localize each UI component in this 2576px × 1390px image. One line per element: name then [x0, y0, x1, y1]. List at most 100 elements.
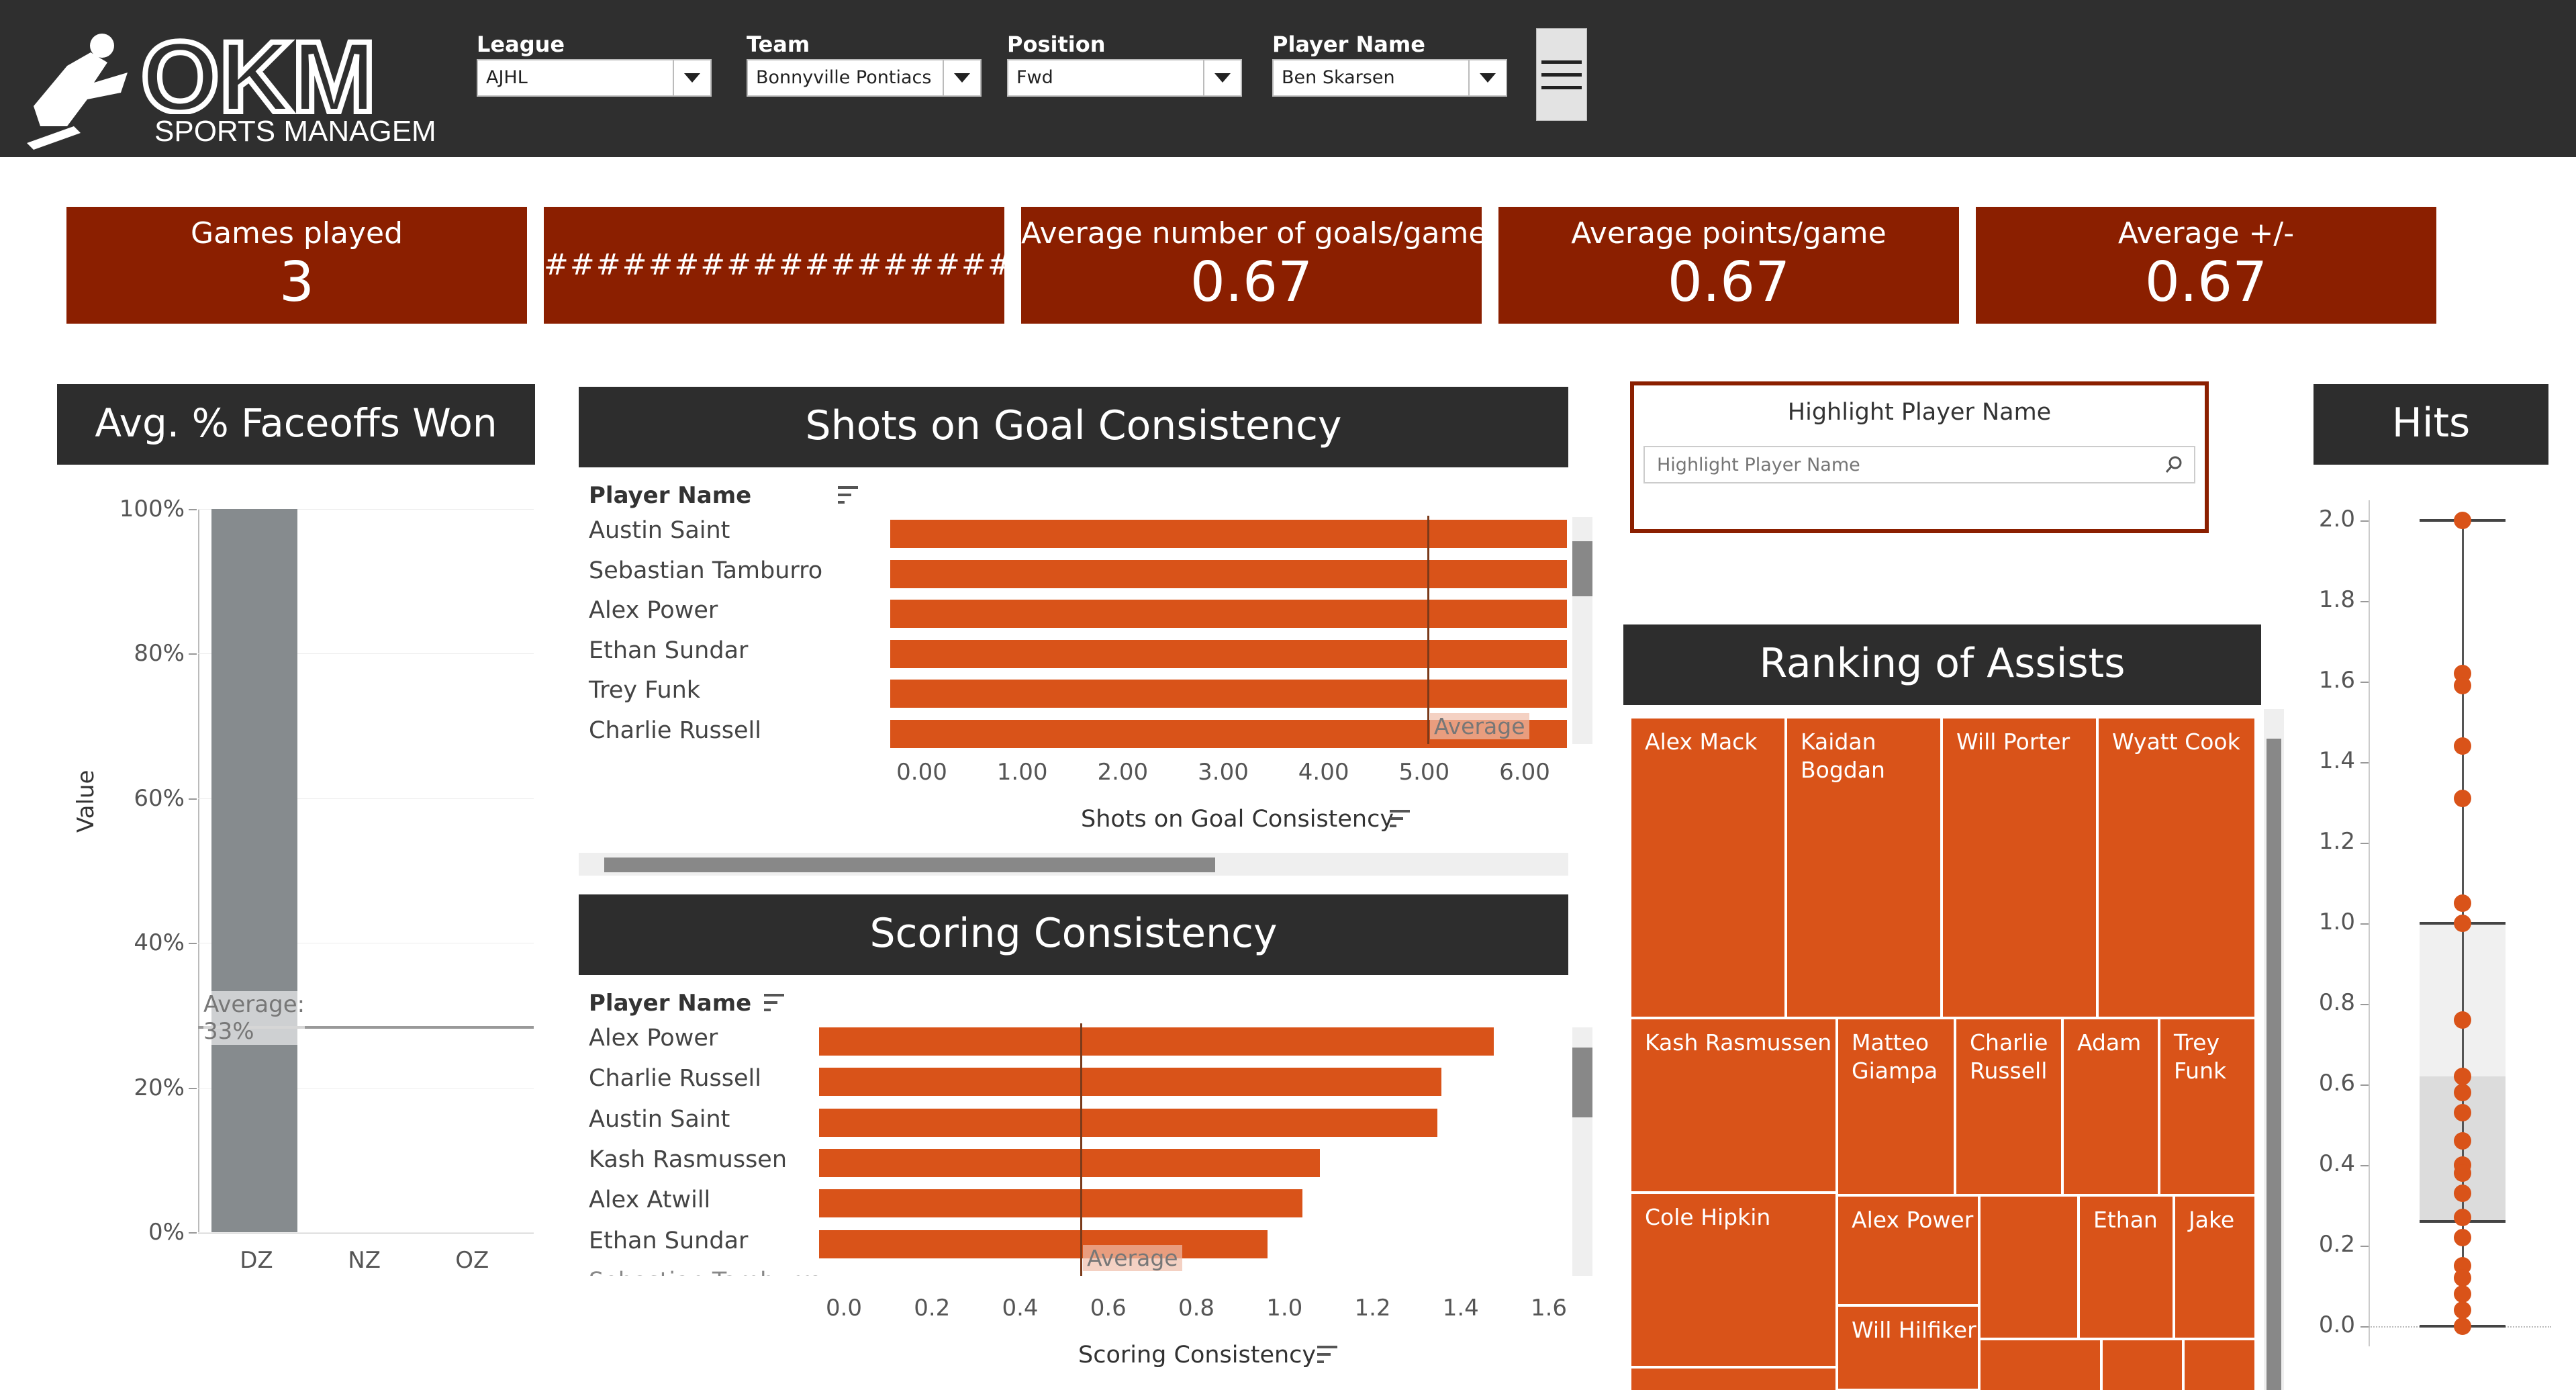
team-dropdown[interactable]: Bonnyville Pontiacs — [747, 59, 982, 97]
hits-point[interactable] — [2454, 894, 2471, 912]
sort-icon[interactable] — [1317, 1344, 1339, 1369]
y-tick-label: 0% — [148, 1219, 185, 1246]
bar[interactable] — [819, 1148, 1320, 1177]
treemap-cell[interactable]: Kaidan Bogdan — [1786, 717, 1942, 1018]
hits-point[interactable] — [2454, 790, 2471, 807]
treemap-cell[interactable]: Matteo Giampa — [1837, 1018, 1955, 1195]
team-value: Bonnyville Pontiacs — [756, 67, 932, 88]
x-tick-label: OZ — [455, 1247, 489, 1274]
sort-icon[interactable] — [838, 485, 859, 509]
treemap-cell[interactable]: Will Porter — [1942, 717, 2097, 1018]
shots-x-axis-label: Shots on Goal Consistency — [1081, 806, 1394, 833]
x-tick-label: 1.4 — [1442, 1295, 1479, 1322]
x-tick-label: DZ — [240, 1247, 273, 1274]
treemap-cell[interactable]: Wyatt Cook — [2097, 717, 2256, 1018]
hits-point[interactable] — [2454, 1104, 2471, 1121]
treemap-cell[interactable] — [2183, 1339, 2256, 1390]
y-tick — [189, 509, 197, 510]
hits-point[interactable] — [2454, 737, 2471, 755]
bar[interactable] — [819, 1108, 1437, 1137]
y-tick — [2360, 601, 2369, 602]
highlight-search-box[interactable] — [1643, 446, 2195, 483]
sort-icon[interactable] — [764, 992, 785, 1017]
x-tick-label: 0.00 — [896, 759, 947, 786]
hits-point[interactable] — [2454, 1301, 2471, 1319]
chevron-down-icon[interactable] — [1468, 60, 1506, 95]
bar[interactable] — [890, 520, 1567, 548]
bar[interactable] — [819, 1230, 1268, 1258]
treemap-cell[interactable]: Kash Rasmussen — [1630, 1018, 1837, 1193]
row-name: Ethan Sundar — [589, 637, 749, 664]
bar[interactable] — [819, 1068, 1442, 1097]
hits-point[interactable] — [2454, 512, 2471, 529]
y-tick-label: 100% — [119, 496, 185, 522]
search-icon[interactable] — [2164, 455, 2183, 477]
treemap-cell[interactable] — [1979, 1339, 2101, 1390]
chevron-down-icon[interactable] — [943, 60, 980, 95]
hits-point[interactable] — [2454, 1317, 2471, 1335]
treemap-cell[interactable]: Trey Funk — [2159, 1018, 2256, 1195]
sort-icon[interactable] — [1390, 808, 1411, 833]
hamburger-menu-icon[interactable] — [1536, 28, 1587, 121]
filter-team: Team Bonnyville Pontiacs — [747, 30, 982, 97]
hits-point[interactable] — [2454, 1084, 2471, 1101]
shots-horizontal-scrollbar[interactable] — [579, 853, 1568, 876]
treemap-cell[interactable]: Adam — [2062, 1018, 2159, 1195]
treemap-cell[interactable]: Cole Hipkin — [1630, 1193, 1837, 1367]
chevron-down-icon[interactable] — [673, 60, 710, 95]
treemap-cell[interactable] — [1630, 1367, 1837, 1390]
assists-vertical-scrollbar[interactable] — [2264, 709, 2284, 1390]
kpi-overflow: ##################### — [544, 207, 1090, 324]
row-name: Austin Saint — [589, 517, 730, 544]
hits-point[interactable] — [2454, 1185, 2471, 1202]
bar[interactable] — [890, 600, 1567, 628]
logo: OKM SPORTS MANAGEMENT — [27, 17, 495, 153]
kpi-value: 0.67 — [2144, 250, 2268, 314]
hits-point[interactable] — [2454, 1269, 2471, 1287]
bar[interactable] — [819, 1189, 1302, 1218]
faceoffs-title: Avg. % Faceoffs Won — [57, 384, 535, 465]
filter-label: Position — [1007, 32, 1106, 57]
x-tick-label: 1.00 — [996, 759, 1048, 786]
x-tick-label: 0.6 — [1090, 1295, 1127, 1322]
y-tick-label: 80% — [134, 640, 185, 667]
player-name-dropdown[interactable]: Ben Skarsen — [1272, 59, 1507, 97]
hits-point[interactable] — [2454, 1229, 2471, 1246]
hits-point[interactable] — [2454, 1011, 2471, 1029]
treemap-cell[interactable]: Charlie Russell — [1955, 1018, 2062, 1195]
hits-point[interactable] — [2454, 1209, 2471, 1226]
treemap-cell[interactable] — [1979, 1195, 2079, 1339]
player-name-value: Ben Skarsen — [1282, 67, 1395, 88]
bar[interactable] — [819, 1027, 1494, 1056]
highlight-search-input[interactable] — [1645, 447, 2155, 482]
treemap-cell[interactable]: Ethan — [2079, 1195, 2174, 1339]
hits-point[interactable] — [2454, 1164, 2471, 1182]
hits-point[interactable] — [2454, 1285, 2471, 1303]
kpi-goals-per-game: Average number of goals/game 0.67 — [1021, 207, 1486, 324]
bar[interactable] — [890, 680, 1567, 708]
hits-point[interactable] — [2454, 677, 2471, 694]
treemap-cell[interactable]: Will Hilfiker — [1837, 1305, 1979, 1390]
chevron-down-icon[interactable] — [1203, 60, 1241, 95]
treemap-cell[interactable]: Jake — [2174, 1195, 2256, 1339]
position-dropdown[interactable]: Fwd — [1007, 59, 1242, 97]
gridline — [198, 1232, 534, 1233]
bar[interactable] — [890, 639, 1567, 668]
y-tick-label: 0.0 — [2318, 1311, 2355, 1338]
hits-point[interactable] — [2454, 1132, 2471, 1150]
y-tick-label: 1.0 — [2318, 909, 2355, 935]
hits-point[interactable] — [2454, 915, 2471, 932]
treemap-cell[interactable]: Alex Power — [1837, 1195, 1979, 1305]
hits-point[interactable] — [2454, 1068, 2471, 1085]
treemap-cell[interactable]: Alex Mack — [1630, 717, 1786, 1018]
scoring-vertical-scrollbar[interactable] — [1572, 1027, 1592, 1276]
svg-text:SPORTS MANAGEMENT: SPORTS MANAGEMENT — [154, 115, 436, 148]
y-tick-label: 0.8 — [2318, 989, 2355, 1016]
average-line — [1080, 1023, 1083, 1276]
faceoff-bar[interactable] — [211, 509, 297, 1232]
bar[interactable] — [890, 559, 1567, 588]
league-dropdown[interactable]: AJHL — [477, 59, 712, 97]
shots-vertical-scrollbar[interactable] — [1572, 517, 1592, 744]
treemap-cell[interactable] — [2101, 1339, 2183, 1390]
scoring-title: Scoring Consistency — [579, 894, 1568, 975]
